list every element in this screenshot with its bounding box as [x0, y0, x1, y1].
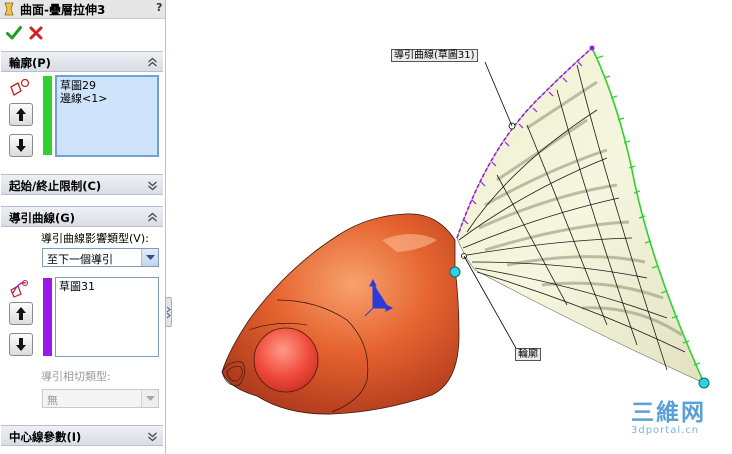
guide-curve-sketch-icon — [10, 279, 29, 298]
action-buttons — [0, 20, 165, 48]
move-up-button[interactable] — [9, 302, 33, 325]
mouth-opening[interactable] — [253, 327, 319, 393]
property-manager-panel: 曲面-疊層拉伸3 ? 輪廓(P) 草圖29 邊線<1> 起始/終止限制(C) 導… — [0, 0, 166, 454]
profile-callout[interactable]: 輪廓 — [515, 348, 541, 361]
move-up-button[interactable] — [9, 103, 33, 126]
guide-curves-group-header[interactable]: 導引曲線(G) — [1, 206, 163, 227]
loft-feature-icon — [4, 2, 14, 16]
guide-curve-selection-list[interactable]: 草圖31 — [55, 277, 159, 357]
guide-curves-group-body: 導引曲線影響類型(V): 至下一個導引 草圖31 導引相切類型: 無 — [1, 228, 163, 422]
arrow-up-icon — [16, 307, 26, 320]
collapse-chevron-icon[interactable] — [147, 212, 158, 223]
profile-sketch-icon — [10, 78, 30, 96]
guide-tangency-label: 導引相切類型: — [41, 370, 111, 383]
x-icon[interactable] — [29, 26, 43, 40]
callout-leader — [484, 61, 513, 127]
watermark-logo: 三維网 — [631, 400, 706, 426]
model-view[interactable] — [167, 0, 732, 454]
guide-tangency-value: 無 — [47, 394, 58, 407]
profile-group-title: 輪廓(P) — [9, 56, 51, 70]
start-end-constraints-header[interactable]: 起始/終止限制(C) — [1, 174, 163, 195]
profile-group-header[interactable]: 輪廓(P) — [1, 51, 163, 72]
collapse-chevron-icon[interactable] — [147, 57, 158, 68]
graphics-area[interactable]: 導引曲線(草圖31) 輪廓 — [167, 0, 732, 454]
expand-chevron-icon[interactable] — [147, 431, 158, 442]
help-icon[interactable]: ? — [156, 1, 162, 14]
guide-tangency-select: 無 — [42, 389, 159, 408]
centerline-parameters-title: 中心線參數(I) — [9, 430, 82, 444]
checkmark-icon[interactable] — [6, 25, 22, 41]
arrow-up-icon — [16, 108, 26, 121]
guide-endpoint-marker[interactable] — [449, 266, 461, 278]
profile-endpoint-marker[interactable] — [698, 377, 710, 389]
guide-curves-group-title: 導引曲線(G) — [9, 211, 75, 225]
move-down-button[interactable] — [9, 134, 33, 157]
arrow-down-icon — [16, 139, 26, 152]
list-item[interactable]: 草圖29 — [60, 79, 157, 92]
guide-curve-color-swatch — [43, 278, 52, 356]
profile-group-body: 草圖29 邊線<1> — [1, 73, 163, 173]
profile-selection-list[interactable]: 草圖29 邊線<1> — [55, 75, 159, 157]
guide-influence-value: 至下一個導引 — [47, 253, 113, 266]
site-watermark: 三維网 3dportal.cn — [631, 401, 726, 436]
dropdown-arrow-icon[interactable] — [141, 249, 158, 266]
profile-color-swatch — [43, 76, 52, 155]
arrow-down-icon — [16, 338, 26, 351]
list-item[interactable]: 邊線<1> — [60, 92, 157, 105]
guide-top-point[interactable] — [589, 45, 595, 51]
feature-title-bar: 曲面-疊層拉伸3 ? — [0, 0, 165, 19]
guide-curve-callout[interactable]: 導引曲線(草圖31) — [391, 49, 478, 62]
start-end-constraints-title: 起始/終止限制(C) — [9, 179, 102, 193]
expand-chevron-icon[interactable] — [147, 180, 158, 191]
watermark-site: 3dportal.cn — [631, 425, 700, 436]
guide-influence-select[interactable]: 至下一個導引 — [42, 248, 159, 267]
move-down-button[interactable] — [9, 333, 33, 356]
dropdown-arrow-icon — [141, 390, 158, 407]
guide-influence-label: 導引曲線影響類型(V): — [41, 232, 149, 245]
list-item[interactable]: 草圖31 — [59, 280, 158, 293]
centerline-parameters-header[interactable]: 中心線參數(I) — [1, 425, 163, 446]
feature-title: 曲面-疊層拉伸3 — [20, 3, 106, 17]
